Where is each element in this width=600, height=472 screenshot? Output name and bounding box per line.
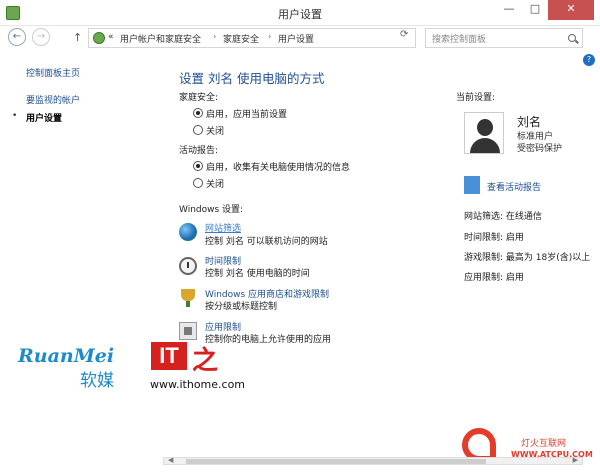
web-filtering-description: 控制 刘名 可以联机访问的网站: [205, 237, 328, 247]
navigation-bar: ← → ↑ « 用户帐户和家庭安全 › 家庭安全 › 用户设置 ⌄ ⟳ 搜索控制…: [0, 26, 600, 50]
ithome-logo: IT: [151, 342, 187, 370]
maximize-button[interactable]: □: [522, 0, 548, 20]
horizontal-scrollbar[interactable]: ◀ ▶: [163, 456, 583, 465]
ithome-logo-zhi: 之: [192, 346, 219, 376]
minimize-button[interactable]: —: [496, 0, 522, 20]
search-icon[interactable]: [568, 34, 576, 42]
app-limits-status: 应用限制: 启用: [464, 273, 524, 283]
radio-button[interactable]: [193, 108, 203, 118]
current-item-bullet: •: [12, 111, 18, 121]
current-settings-label: 当前设置:: [456, 93, 496, 103]
apps-icon: [179, 322, 197, 340]
web-filtering-link[interactable]: 网站筛选: [205, 221, 241, 234]
radio-button[interactable]: [193, 161, 203, 171]
title-bar: 用户设置 — □ ✕: [0, 0, 600, 26]
refresh-icon[interactable]: ⟳: [400, 29, 408, 40]
time-limits-status: 时间限制: 启用: [464, 233, 524, 243]
avatar-body: [470, 138, 500, 153]
radio-button[interactable]: [193, 178, 203, 188]
scroll-right-icon[interactable]: ▶: [573, 456, 578, 464]
breadcrumb-separator[interactable]: ›: [268, 32, 271, 41]
back-button[interactable]: ←: [8, 28, 26, 46]
report-icon: [464, 176, 480, 194]
activity-report-label: 活动报告:: [179, 146, 219, 156]
sidebar-item-control-panel-home[interactable]: 控制面板主页: [26, 66, 80, 79]
up-button[interactable]: ↑: [73, 31, 82, 44]
view-activity-report-link[interactable]: 查看活动报告: [487, 180, 541, 193]
atcpu-watermark-cn: 灯火互联网: [521, 439, 567, 449]
breadcrumb-separator[interactable]: ›: [213, 32, 216, 41]
globe-icon: [179, 223, 197, 241]
forward-button[interactable]: →: [32, 28, 50, 46]
scrollbar-thumb[interactable]: [186, 459, 486, 464]
store-and-game-limits-description: 按分级或标题控制: [205, 302, 278, 312]
scroll-left-icon[interactable]: ◀: [168, 456, 173, 464]
ruanmei-watermark-cn: 软媒: [80, 371, 114, 391]
windows-settings-label: Windows 设置:: [179, 205, 244, 215]
close-button[interactable]: ✕: [548, 0, 594, 20]
trophy-icon: [181, 289, 195, 307]
ithome-url: www.ithome.com: [150, 378, 246, 391]
help-icon[interactable]: ?: [583, 54, 595, 66]
breadcrumb-family-safety[interactable]: 家庭安全: [223, 32, 259, 45]
address-bar[interactable]: « 用户帐户和家庭安全 › 家庭安全 › 用户设置 ⌄: [88, 28, 464, 48]
page-title: 设置 刘名 使用电脑的方式: [179, 71, 325, 86]
avatar-head: [477, 119, 493, 136]
app-limits-description: 控制你的电脑上允许使用的应用: [205, 335, 332, 345]
breadcrumb-overflow[interactable]: «: [108, 32, 114, 42]
user-avatar: [464, 112, 504, 154]
sidebar-item-monitored-accounts[interactable]: 要监视的帐户: [26, 93, 80, 106]
ruanmei-watermark: RuanMei: [18, 345, 115, 367]
search-input[interactable]: 搜索控制面板: [425, 28, 583, 48]
control-panel-icon: [93, 32, 105, 44]
breadcrumb-family-safety-parent[interactable]: 用户帐户和家庭安全: [120, 32, 201, 45]
user-protection: 受密码保护: [517, 144, 563, 154]
radio-button[interactable]: [193, 125, 203, 135]
time-limits-description: 控制 刘名 使用电脑的时间: [205, 269, 310, 279]
family-safety-label: 家庭安全:: [179, 93, 219, 103]
sidebar-item-user-settings: 用户设置: [26, 114, 63, 124]
web-filtering-status: 网站筛选: 在线通信: [464, 212, 542, 222]
user-name: 刘名: [517, 115, 542, 129]
search-placeholder: 搜索控制面板: [432, 35, 487, 45]
game-limits-status: 游戏限制: 最高为 18岁(含)以上: [464, 253, 591, 263]
breadcrumb-user-settings[interactable]: 用户设置: [278, 32, 314, 45]
clock-icon: [179, 257, 197, 275]
